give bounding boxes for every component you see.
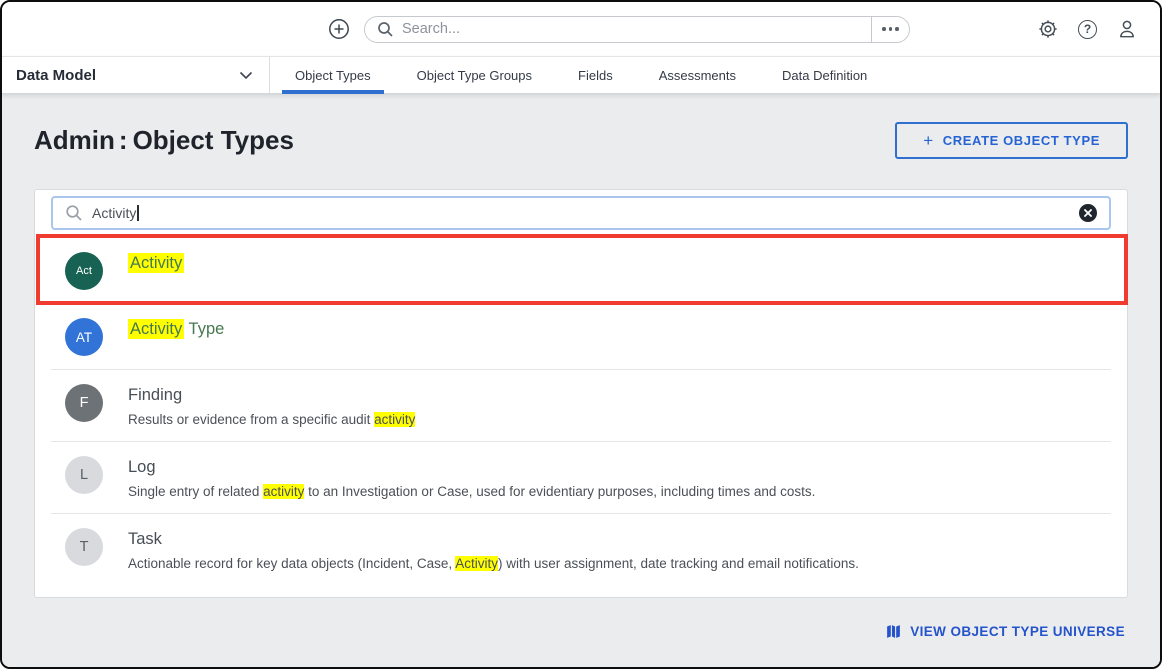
result-title: Activity Type: [128, 318, 224, 340]
top-bar: Search... ?: [2, 2, 1160, 56]
result-description: Actionable record for key data objects (…: [128, 555, 859, 572]
page-header: Admin : Object Types + CREATE OBJECT TYP…: [34, 122, 1128, 159]
plus-circle-icon: [328, 18, 350, 40]
global-search[interactable]: Search...: [364, 16, 910, 43]
settings-button[interactable]: [1037, 18, 1059, 40]
map-icon: [885, 623, 902, 640]
search-icon: [377, 21, 394, 38]
close-icon: [1084, 209, 1092, 217]
admin-nav-bar: Data Model Object Types Object Type Grou…: [2, 56, 1160, 94]
create-object-type-label: CREATE OBJECT TYPE: [943, 133, 1100, 148]
object-types-panel: Activity Act Activity: [34, 189, 1128, 598]
create-object-type-button[interactable]: + CREATE OBJECT TYPE: [895, 122, 1128, 159]
result-row-task[interactable]: T Task Actionable record for key data ob…: [51, 514, 1111, 585]
result-row-finding[interactable]: F Finding Results or evidence from a spe…: [51, 370, 1111, 442]
result-description: Single entry of related activity to an I…: [128, 483, 815, 500]
tab-object-types[interactable]: Object Types: [272, 57, 394, 93]
nav-tabs: Object Types Object Type Groups Fields A…: [272, 57, 890, 93]
result-title: Activity: [128, 252, 184, 274]
avatar: T: [65, 528, 103, 566]
gear-icon: [1037, 18, 1059, 40]
avatar: AT: [65, 318, 103, 356]
avatar: F: [65, 384, 103, 422]
global-search-input[interactable]: Search...: [365, 17, 871, 42]
result-row-activity-type[interactable]: AT Activity Type: [51, 304, 1111, 370]
data-model-dropdown[interactable]: Data Model: [2, 57, 270, 93]
tab-fields[interactable]: Fields: [555, 57, 636, 93]
object-type-search-field[interactable]: Activity: [51, 196, 1111, 230]
chevron-down-icon: [239, 71, 253, 80]
text-caret: [137, 205, 139, 221]
ellipsis-icon: [882, 27, 886, 31]
footer-bar: VIEW OBJECT TYPE UNIVERSE: [34, 598, 1128, 640]
result-row-activity[interactable]: Act Activity: [51, 238, 1111, 304]
question-icon: ?: [1078, 20, 1097, 39]
result-title: Task: [128, 528, 859, 550]
result-row-log[interactable]: L Log Single entry of related activity t…: [51, 442, 1111, 514]
result-description: Results or evidence from a specific audi…: [128, 411, 415, 428]
view-object-type-universe-link[interactable]: VIEW OBJECT TYPE UNIVERSE: [885, 623, 1125, 640]
tab-object-type-groups[interactable]: Object Type Groups: [394, 57, 555, 93]
main-content: Admin : Object Types + CREATE OBJECT TYP…: [2, 94, 1160, 667]
clear-search-button[interactable]: [1079, 204, 1097, 222]
tab-assessments[interactable]: Assessments: [636, 57, 759, 93]
topbar-actions: ?: [1037, 18, 1160, 40]
red-annotation-box: [36, 234, 1128, 305]
result-title: Log: [128, 456, 815, 478]
help-button[interactable]: ?: [1078, 20, 1097, 39]
quick-add-button[interactable]: [328, 18, 350, 40]
search-query-value: Activity: [92, 205, 136, 221]
page-title-section: Admin: [34, 125, 115, 156]
result-title: Finding: [128, 384, 415, 406]
person-icon: [1116, 18, 1138, 40]
page-title-name: Object Types: [133, 125, 294, 156]
tab-data-definition[interactable]: Data Definition: [759, 57, 890, 93]
avatar: Act: [65, 252, 103, 290]
plus-icon: +: [923, 131, 934, 151]
avatar: L: [65, 456, 103, 494]
data-model-label: Data Model: [16, 67, 96, 84]
page-title: Admin : Object Types: [34, 125, 294, 156]
view-object-type-universe-label: VIEW OBJECT TYPE UNIVERSE: [910, 624, 1125, 639]
global-search-placeholder: Search...: [402, 21, 460, 37]
user-menu-button[interactable]: [1116, 18, 1138, 40]
search-icon: [65, 204, 83, 222]
page-title-separator: :: [119, 125, 128, 156]
search-results-list: Act Activity AT Activity Type F F: [51, 238, 1111, 585]
app-window: Search... ?: [0, 0, 1162, 669]
search-options-button[interactable]: [871, 17, 909, 42]
